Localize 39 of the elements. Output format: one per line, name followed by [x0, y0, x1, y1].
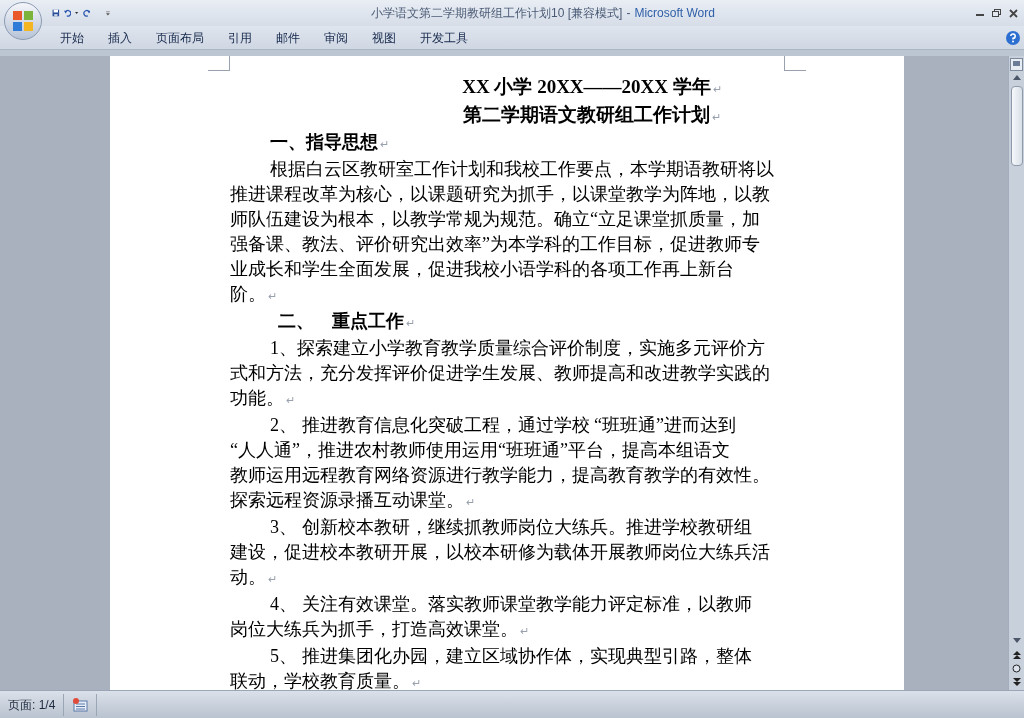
paragraph: 1、探索建立小学教育教学质量综合评价制度，实施多元评价方 式和方法，充分发挥评价促进学生发展、教师提高和改进教学实践的 功能。↵ — [230, 337, 771, 410]
paragraph: 2、 推进教育信息化突破工程，通过学校 “班班通”进而达到 “人人通”，推进农村教师使用运用“班班通”平台，提高本组语文 教师运用远程教育网络资源进行教学能力，提高教育教学的有效性。 探索远程资源录播互动课堂。↵ — [230, 414, 771, 512]
paragraph: 3、 创新校本教研，继续抓教师岗位大练兵。推进学校教研组 建设，促进校本教研开展，以校本研修为载体开展教师岗位大练兵活 动。↵ — [230, 516, 771, 589]
ribbon-tab[interactable]: 页面布局 — [144, 26, 216, 49]
document-title: 第二学期语文教研组工作计划↵ — [462, 103, 722, 127]
previous-page-icon[interactable] — [1012, 651, 1021, 659]
title-separator: - — [626, 6, 631, 20]
close-icon[interactable] — [1009, 8, 1018, 18]
next-page-icon[interactable] — [1012, 678, 1021, 686]
section-heading: 二、 重点工作↵ — [277, 310, 416, 333]
crop-mark — [784, 56, 806, 71]
help-icon[interactable] — [1006, 30, 1020, 45]
ribbon-tab[interactable]: 开发工具 — [408, 26, 480, 49]
document-title: XX 小学 20XX——20XX 学年↵ — [461, 75, 723, 99]
paragraph: 4、 关注有效课堂。落实教师课堂教学能力评定标准，以教师 岗位大练兵为抓手，打造高效课堂。↵ — [230, 593, 753, 641]
ribbon-tab[interactable]: 引用 — [216, 26, 264, 49]
paragraph: 5、 推进集团化办园，建立区域协作体，实现典型引路，整体 联动，学校教育质量。↵ — [230, 645, 753, 690]
restore-icon[interactable] — [992, 9, 1001, 17]
section-heading: 一、指导思想↵ — [269, 131, 390, 154]
dropdown-caret-icon[interactable] — [75, 11, 79, 15]
scroll-up-icon[interactable] — [1012, 75, 1021, 80]
paragraph: 根据白云区教研室工作计划和我校工作要点，本学期语教研将以 推进课程改革为核心，以课题研究为抓手，以课堂教学为阵地，以教 师队伍建设为根本，以教学常规为规范。确立“立足课堂抓质量，加 强备课、教法、评价研究出效率”为本学科的工作目标，促进教师专 业成长和学生全面发展，促进我校小语学科的各项工作再上新台 阶。↵ — [230, 158, 775, 306]
scroll-down-icon[interactable] — [1012, 638, 1021, 643]
ribbon-tab[interactable]: 审阅 — [312, 26, 360, 49]
window-title: 小学语文第二学期教研组工作计划10 [兼容模式] — [371, 6, 623, 20]
ribbon-tab[interactable]: 邮件 — [264, 26, 312, 49]
ribbon-tab[interactable]: 视图 — [360, 26, 408, 49]
app-name: Microsoft Word — [634, 6, 715, 20]
ribbon-tab[interactable]: 插入 — [96, 26, 144, 49]
vertical-scrollbar[interactable] — [1008, 56, 1024, 690]
scroll-thumb[interactable] — [1010, 86, 1023, 166]
page-count[interactable]: 页面: 1/4 — [0, 693, 65, 716]
browse-object-icon[interactable] — [1012, 664, 1021, 673]
ruler-toggle-icon[interactable] — [1010, 58, 1023, 71]
office-button[interactable] — [4, 2, 42, 40]
office-logo-icon — [12, 10, 34, 32]
proofing-icon[interactable] — [72, 697, 89, 712]
crop-mark — [208, 56, 230, 71]
ribbon-tab[interactable]: 开始 — [48, 26, 96, 49]
